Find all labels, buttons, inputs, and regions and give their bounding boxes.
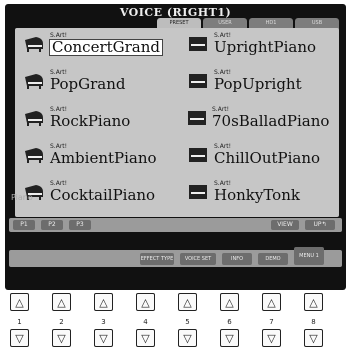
voice-name: PopUpright [214,74,302,93]
demo-button[interactable]: DEMO [258,253,288,265]
upright-piano-icon [187,72,209,90]
voice-list: S.Art! ConcertGrand S.Art! UprightPiano … [15,28,339,217]
folder-up-icon: ↰ [321,221,327,228]
voice-item-chilloutpiano[interactable]: S.Art! ChillOutPiano [183,141,329,168]
menu-1-button[interactable]: MENU 1 [294,247,324,265]
hw-up-button-2[interactable]: △ [52,293,71,311]
grand-piano-icon [23,72,45,90]
voice-name: ConcertGrand [48,37,164,56]
hw-down-button-4[interactable]: ▽ [136,329,155,347]
hw-down-button-5[interactable]: ▽ [178,329,197,347]
hw-down-button-6[interactable]: ▽ [220,329,239,347]
voice-name: PopGrand [50,74,126,93]
button-number-5: 5 [185,318,190,326]
voice-item-concertgrand[interactable]: S.Art! ConcertGrand [19,30,165,57]
hw-down-button-1[interactable]: ▽ [10,329,29,347]
grand-piano-icon [23,35,45,53]
voice-item-rockpiano[interactable]: S.Art! RockPiano [19,104,165,131]
effect-type-button[interactable]: EFFECT TYPE [140,253,174,265]
hw-up-button-6[interactable]: △ [220,293,239,311]
up-folder-button[interactable]: UP↰ [305,220,335,230]
hw-down-button-2[interactable]: ▽ [52,329,71,347]
voice-name: HonkyTonk [214,185,300,204]
voice-item-70sballadpiano[interactable]: S.Art! 70sBalladPiano [183,104,329,131]
view-button[interactable]: VIEW [271,220,299,230]
function-strip [9,250,342,267]
info-button[interactable]: INFO [222,253,252,265]
voice-name: AmbientPiano [50,148,157,167]
upright-piano-icon [187,146,209,164]
button-number-1: 1 [17,318,22,326]
hw-up-button-4[interactable]: △ [136,293,155,311]
button-number-3: 3 [101,318,106,326]
voice-item-uprightpiano[interactable]: S.Art! UprightPiano [183,30,329,57]
hw-up-button-1[interactable]: △ [10,293,29,311]
hw-up-button-5[interactable]: △ [178,293,197,311]
button-number-4: 4 [143,318,148,326]
hw-up-button-7[interactable]: △ [262,293,281,311]
voice-name: ChillOutPiano [214,148,321,167]
upright-piano-icon [187,35,209,53]
voice-item-honkytonk[interactable]: S.Art! HonkyTonk [183,178,329,205]
button-number-8: 8 [311,318,316,326]
hw-down-button-3[interactable]: ▽ [94,329,113,347]
hw-down-button-8[interactable]: ▽ [304,329,323,347]
page-button-p1[interactable]: P1 [13,220,35,230]
voice-name: 70sBalladPiano [212,111,330,130]
hw-up-button-8[interactable]: △ [304,293,323,311]
bank-label: Piano [11,193,33,202]
page-button-p3[interactable]: P3 [69,220,91,230]
voice-item-popgrand[interactable]: S.Art! PopGrand [19,67,165,94]
button-number-6: 6 [227,318,232,326]
voice-name: UprightPiano [214,37,317,56]
voice-item-cocktailpiano[interactable]: S.Art! CocktailPiano [19,178,165,205]
button-number-7: 7 [269,318,274,326]
voice-name: RockPiano [50,111,131,130]
grand-piano-icon [23,109,45,127]
hw-down-button-7[interactable]: ▽ [262,329,281,347]
voice-set-button[interactable]: VOICE SET [180,253,216,265]
page-button-p2[interactable]: P2 [41,220,63,230]
upright-piano-icon [187,109,207,127]
voice-item-popupright[interactable]: S.Art! PopUpright [183,67,329,94]
hw-up-button-3[interactable]: △ [94,293,113,311]
grand-piano-icon [23,146,45,164]
voice-name: CocktailPiano [50,185,156,204]
button-number-2: 2 [59,318,64,326]
upright-piano-icon [187,183,209,201]
voice-item-ambientpiano[interactable]: S.Art! AmbientPiano [19,141,165,168]
page-strip: P1 P2 P3 VIEW UP↰ [9,218,342,232]
